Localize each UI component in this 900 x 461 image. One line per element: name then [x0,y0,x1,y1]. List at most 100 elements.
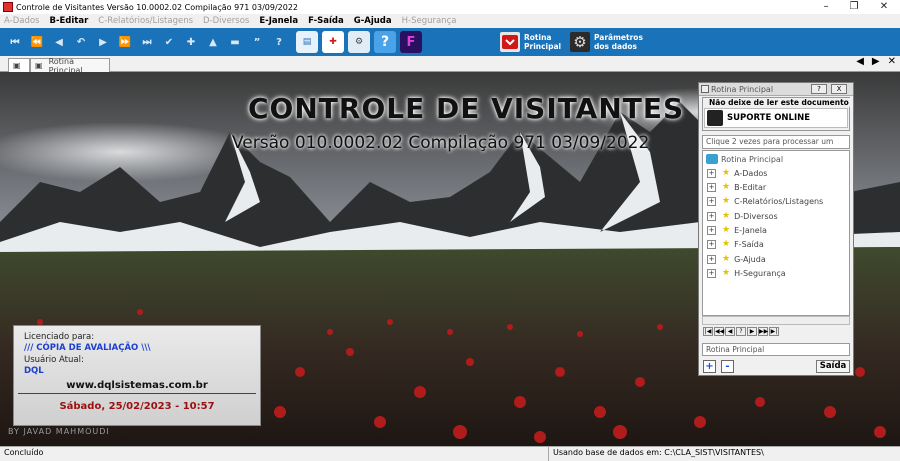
menu-e-janela[interactable]: E-Janela [259,16,298,26]
add-icon[interactable]: ✚ [180,31,202,53]
prev-page-icon[interactable]: ⏪ [26,31,48,53]
next-page-icon[interactable]: ⏩ [114,31,136,53]
tree-item-a-dados[interactable]: + ★ A-Dados [707,168,767,178]
photo-credit: BY JAVAD MAHMOUDI [8,427,110,436]
close-button[interactable]: ✕ [870,0,898,14]
undo-icon[interactable]: ↶ [70,31,92,53]
nav-prev-icon[interactable]: ◀ [725,327,735,336]
toolbar: ⏮ ⏪ ◀ ↶ ▶ ⏩ ⏭ ✔ ✚ ▲ ▬ ” ? ▤ ✚ ⚙ ? F Roti… [0,28,900,56]
parametros-button[interactable]: ⚙ Parâmetros dos dados [570,30,643,54]
expand-icon[interactable]: + [707,168,716,178]
status-divider [548,447,549,461]
tree-root-label: Rotina Principal [721,154,784,164]
horizontal-scrollbar[interactable] [702,316,850,325]
exit-button[interactable]: Saída [816,360,850,373]
up-icon[interactable]: ▲ [202,31,224,53]
tab-scroll-right-icon[interactable]: ▶ [872,56,880,67]
tree-item-h-seguranca[interactable]: + ★ H-Segurança [707,268,786,278]
help-icon[interactable]: ? [268,31,290,53]
expand-icon[interactable]: + [707,211,716,221]
menu-bar: A-Dados B-Editar C-Relatórios/Listagens … [0,14,900,28]
tab-home[interactable]: ▣ [8,58,30,72]
star-icon: ★ [722,225,731,235]
hint-field: Clique 2 vezes para processar um item [702,135,850,158]
tree-item-f-saida[interactable]: + ★ F-Saída [707,239,764,249]
question-icon[interactable]: ? [374,31,396,53]
notebook-icon[interactable]: ▤ [296,31,318,53]
expand-icon[interactable]: + [707,196,716,206]
expand-icon[interactable]: + [707,239,716,249]
window-title: Controle de Visitantes Versão 10.0002.02… [16,2,298,12]
first-record-icon[interactable]: ⏮ [4,31,26,53]
star-icon: ★ [722,182,731,192]
prev-record-icon[interactable]: ◀ [48,31,70,53]
routine-tree[interactable]: Rotina Principal + ★ A-Dados + ★ B-Editar + ★… [702,150,850,316]
tree-item-d-diversos[interactable]: + ★ D-Diversos [707,211,778,221]
tree-item-g-ajuda[interactable]: + ★ G-Ajuda [707,254,766,264]
licensed-label: Licenciado para: [24,332,95,342]
tools-icon[interactable]: ⚙ [348,31,370,53]
remove-icon[interactable]: ▬ [224,31,246,53]
menu-c-relatorios[interactable]: C-Relatórios/Listagens [98,16,193,26]
title-bar: Controle de Visitantes Versão 10.0002.02… [0,0,900,14]
f-logo-icon[interactable]: F [400,31,422,53]
menu-a-dados[interactable]: A-Dados [4,16,39,26]
nav-first-icon[interactable]: |◀ [703,327,713,336]
menu-g-ajuda[interactable]: G-Ajuda [354,16,392,26]
app-icon [3,2,13,12]
star-icon: ★ [722,254,731,264]
tree-item-e-janela[interactable]: + ★ E-Janela [707,225,767,235]
document-group-title: Não deixe de ler este documento [707,98,851,107]
version-line: Versão 010.0002.02 Compilação 971 03/09/… [232,133,650,153]
star-icon: ★ [722,239,731,249]
tab-bar: ▣ ▣ Rotina Principal ◀ ▶ ✕ [0,56,900,75]
menu-b-editar[interactable]: B-Editar [49,16,88,26]
nav-prev-page-icon[interactable]: ◀◀ [714,327,724,336]
remove-item-button[interactable]: - [721,360,734,373]
tab-scroll-left-icon[interactable]: ◀ [856,56,864,67]
minimize-button[interactable]: – [812,0,840,14]
next-record-icon[interactable]: ▶ [92,31,114,53]
main-title: CONTROLE DE VISITANTES [248,92,685,125]
expand-icon[interactable]: + [707,254,716,264]
expand-icon[interactable]: + [707,182,716,192]
last-record-icon[interactable]: ⏭ [136,31,158,53]
tab-close-icon[interactable]: ✕ [888,56,896,67]
expand-icon[interactable]: + [707,225,716,235]
tree-item-label: G-Ajuda [734,254,766,264]
first-aid-icon[interactable]: ✚ [322,31,344,53]
panel-close-button[interactable]: X [831,84,847,94]
parametros-label: Parâmetros dos dados [594,33,643,51]
tree-item-c-relatorios[interactable]: + ★ C-Relatórios/Listagens [707,196,823,206]
gear-icon: ⚙ [570,32,590,52]
nav-help-icon[interactable]: ? [736,327,746,336]
restore-button[interactable]: ❐ [840,0,868,14]
expand-icon[interactable]: + [707,268,716,278]
menu-f-saida[interactable]: F-Saída [308,16,344,26]
nav-next-icon[interactable]: ▶ [747,327,757,336]
website-text: www.dqlsistemas.com.br [66,380,208,391]
current-routine-field: Rotina Principal [702,343,850,356]
rotina-principal-icon [500,32,520,52]
menu-h-seguranca[interactable]: H-Segurança [402,16,457,26]
quote-icon[interactable]: ” [246,31,268,53]
support-icon [707,110,723,126]
menu-d-diversos[interactable]: D-Diversos [203,16,249,26]
rotina-principal-button[interactable]: Rotina Principal [500,30,564,54]
add-item-button[interactable]: + [703,360,716,373]
status-right: Usando base de dados em: C:\CLA_SIST\VIS… [553,448,764,457]
tab-rotina-principal[interactable]: ▣ Rotina Principal [30,57,110,75]
panel-help-button[interactable]: ? [811,84,827,94]
tree-item-label: E-Janela [734,225,767,235]
rotina-principal-panel: Rotina Principal ? X Não deixe de ler es… [698,82,854,376]
nav-last-icon[interactable]: ▶| [769,327,779,336]
licensed-value: /// CÓPIA DE AVALIAÇÃO \\\ [24,343,151,353]
star-icon: ★ [722,168,731,178]
nav-next-page-icon[interactable]: ▶▶ [758,327,768,336]
support-online-button[interactable]: SUPORTE ONLINE [704,108,848,128]
tree-root[interactable]: Rotina Principal [706,154,783,164]
user-value: DQL [24,366,44,376]
tree-item-b-editar[interactable]: + ★ B-Editar [707,182,766,192]
confirm-icon[interactable]: ✔ [158,31,180,53]
rotina-principal-label: Rotina Principal [524,33,562,51]
